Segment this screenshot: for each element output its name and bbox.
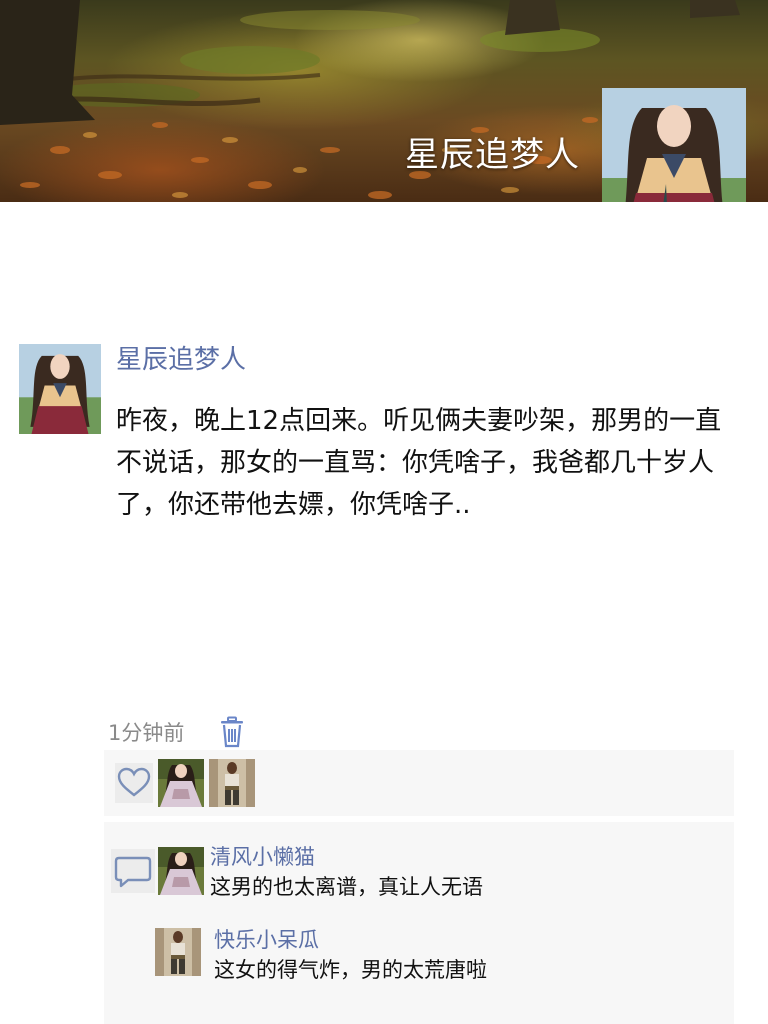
post-text: 昨夜，晚上12点回来。听见俩夫妻吵架，那男的一直不说话，那女的一直骂：你凭啥子，… bbox=[116, 406, 722, 520]
section-divider bbox=[104, 816, 734, 819]
speech-bubble-icon bbox=[114, 856, 152, 888]
comments-section: 清风小懒猫 这男的也太离谱，真让人无语 快乐小呆瓜 这女的得气炸，男的太荒唐啦 bbox=[104, 822, 734, 1024]
liker-avatar[interactable] bbox=[209, 759, 255, 807]
cover-image[interactable]: 星辰追梦人 bbox=[0, 0, 768, 202]
post-timestamp: 1分钟前 bbox=[108, 721, 185, 745]
commenter-name[interactable]: 快乐小呆瓜 bbox=[214, 926, 319, 954]
post-author-avatar[interactable] bbox=[19, 344, 101, 434]
trash-icon bbox=[221, 716, 243, 748]
woman-portrait-icon bbox=[602, 88, 746, 202]
comment-text: 这女的得气炸，男的太荒唐啦 bbox=[214, 958, 487, 982]
profile-display-name: 星辰追梦人 bbox=[405, 135, 580, 175]
heart-outline-icon bbox=[117, 767, 151, 797]
like-button[interactable] bbox=[115, 763, 153, 803]
man-standing-icon bbox=[155, 928, 201, 976]
woman-portrait-icon bbox=[19, 344, 101, 434]
likes-section bbox=[104, 750, 734, 816]
commenter-avatar[interactable] bbox=[155, 928, 201, 976]
liker-avatar[interactable] bbox=[158, 759, 204, 807]
commenter-name[interactable]: 清风小懒猫 bbox=[210, 843, 315, 871]
woman-gown-icon bbox=[158, 847, 204, 895]
commenter-avatar[interactable] bbox=[158, 847, 204, 895]
comment-button[interactable] bbox=[111, 849, 155, 893]
post-author-name[interactable]: 星辰追梦人 bbox=[116, 342, 246, 378]
profile-avatar[interactable] bbox=[602, 88, 746, 202]
man-standing-icon bbox=[209, 759, 255, 807]
comment-text: 这男的也太离谱，真让人无语 bbox=[210, 875, 483, 899]
moments-page: 星辰追梦人 星辰追梦人 昨夜，晚上12点回来。听见俩夫妻吵架，那男的一直不说话，… bbox=[0, 0, 768, 1024]
delete-button[interactable] bbox=[218, 716, 246, 748]
woman-gown-icon bbox=[158, 759, 204, 807]
